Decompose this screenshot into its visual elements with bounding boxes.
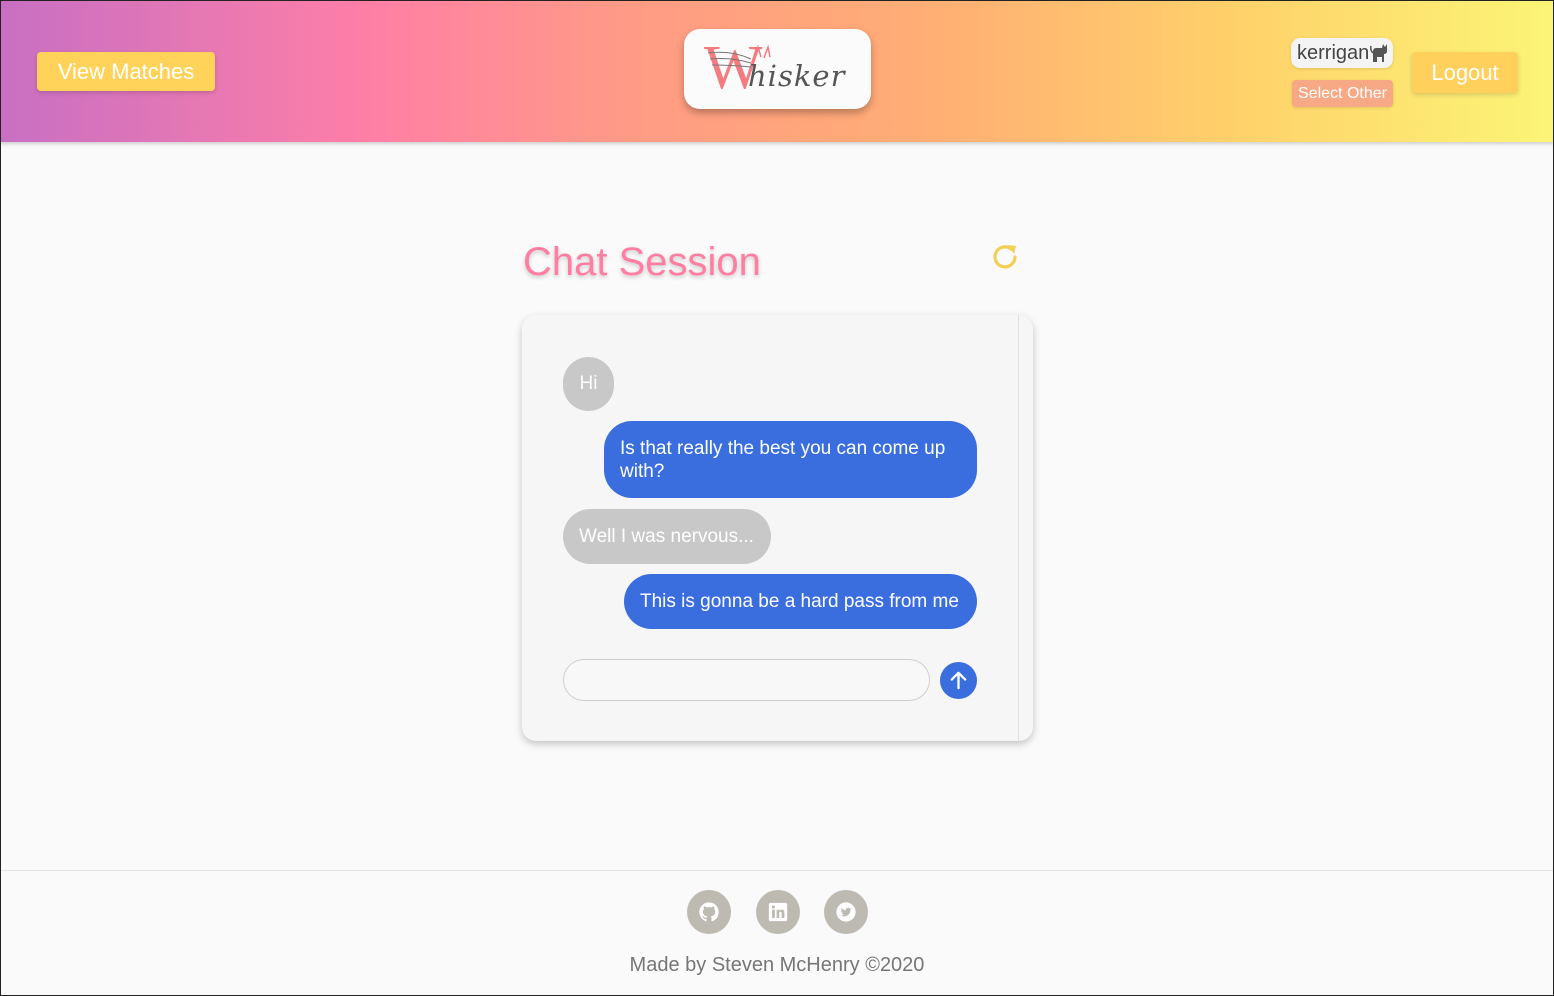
message-input[interactable] [563,659,930,701]
arrow-up-icon [950,671,967,690]
message-incoming: Well I was nervous... [563,509,771,564]
top-header: View Matches W hisker kerrigan Select Ot… [0,0,1554,142]
footer-divider [0,870,1554,871]
select-other-button[interactable]: Select Other [1292,80,1393,107]
view-matches-button[interactable]: View Matches [37,52,215,91]
send-button[interactable] [940,662,977,699]
github-link[interactable] [687,890,731,934]
whiskers-icon [707,45,771,68]
linkedin-icon [768,902,788,922]
message-incoming: Hi [563,357,614,411]
logout-button[interactable]: Logout [1412,52,1518,93]
cat-icon [1370,44,1387,62]
twitter-icon [836,902,856,922]
linkedin-link[interactable] [756,890,800,934]
username: kerrigan [1297,42,1370,64]
whisker-logo[interactable]: W hisker [684,29,871,109]
page-title: Chat Session [523,240,761,284]
chat-panel: Hi Is that really the best you can come … [522,315,1033,741]
message-outgoing: Is that really the best you can come up … [604,421,977,498]
twitter-link[interactable] [824,890,868,934]
github-icon [699,902,719,922]
message-outgoing: This is gonna be a hard pass from me [624,574,977,629]
scrollbar[interactable] [1018,315,1019,741]
footer-credit: Made by Steven McHenry ©2020 [629,954,925,976]
refresh-icon[interactable] [989,241,1021,273]
current-user-badge: kerrigan [1291,38,1393,68]
